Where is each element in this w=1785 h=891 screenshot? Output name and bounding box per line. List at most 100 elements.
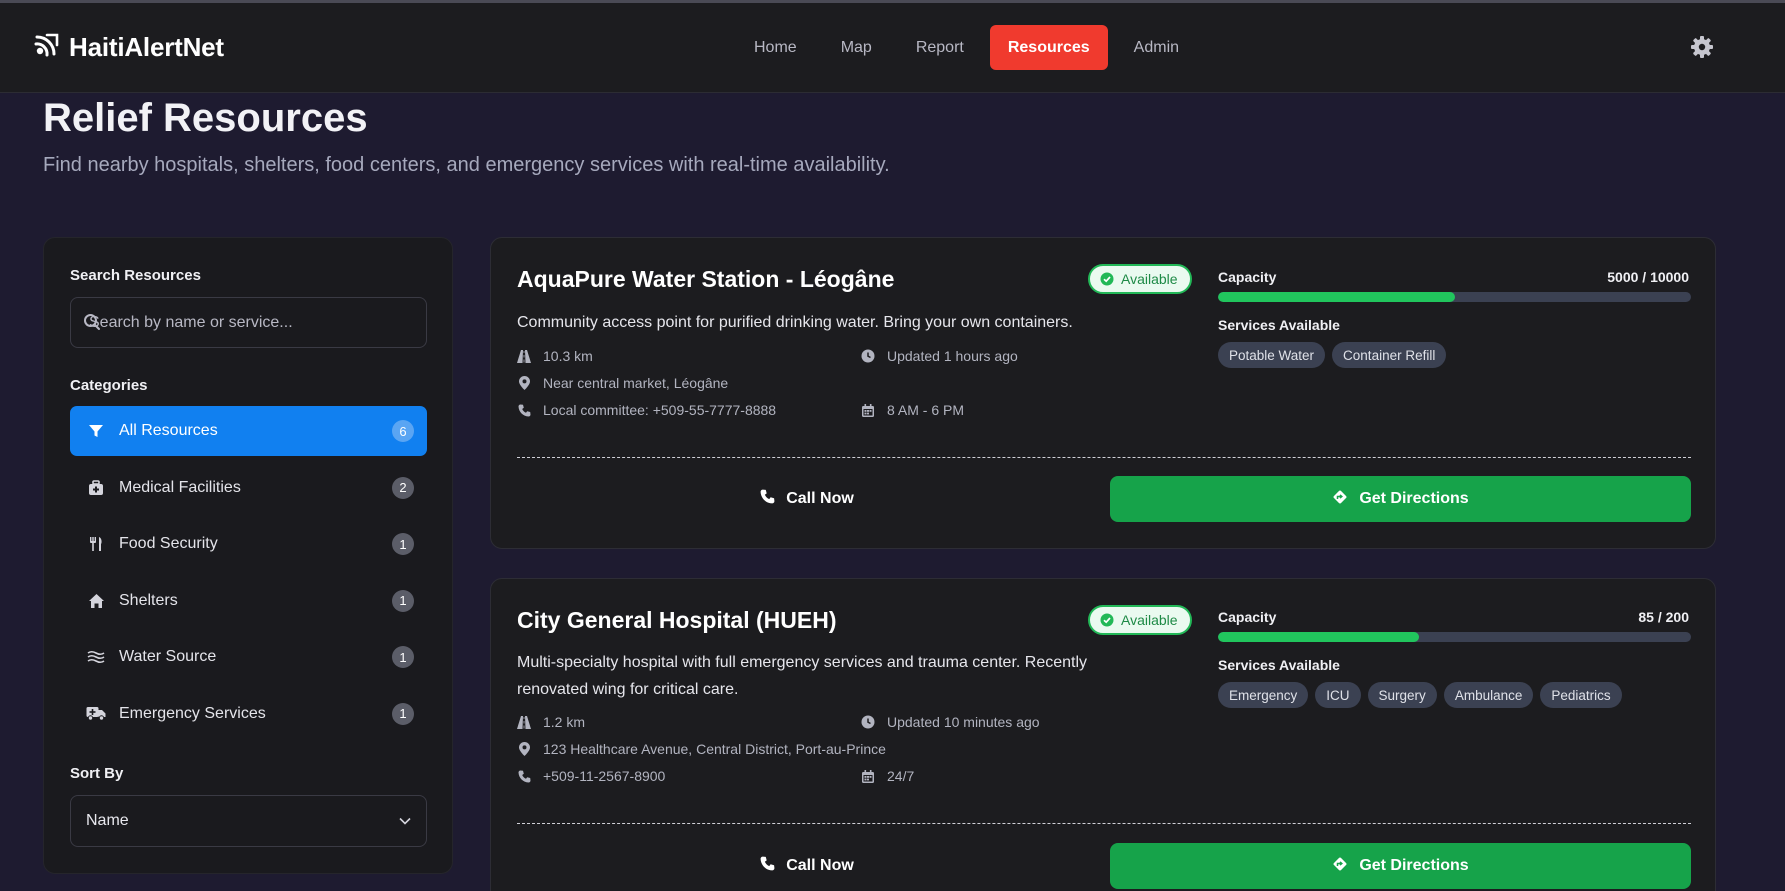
category-all-resources[interactable]: All Resources 6 bbox=[70, 406, 427, 456]
get-directions-label: Get Directions bbox=[1359, 857, 1469, 874]
filter-icon bbox=[86, 421, 106, 441]
resource-name: AquaPure Water Station - Léogâne bbox=[517, 266, 895, 292]
resource-card: AquaPure Water Station - Léogâne Availab… bbox=[490, 237, 1716, 549]
call-now-button[interactable]: Call Now bbox=[517, 843, 1097, 889]
categories-label: Categories bbox=[70, 377, 148, 394]
category-label: Medical Facilities bbox=[119, 478, 241, 496]
call-now-label: Call Now bbox=[786, 857, 854, 874]
nav-resources[interactable]: Resources bbox=[989, 25, 1108, 70]
check-circle-icon bbox=[1100, 613, 1114, 627]
status-text: Available bbox=[1121, 271, 1178, 287]
page-title: Relief Resources bbox=[43, 96, 368, 140]
service-tag: Pediatrics bbox=[1540, 682, 1622, 708]
filter-sidebar: Search Resources Categories All Resource… bbox=[43, 237, 453, 874]
get-directions-label: Get Directions bbox=[1359, 490, 1469, 507]
phone-text: +509-11-2567-8900 bbox=[543, 768, 666, 784]
capacity-value: 85 / 200 bbox=[1638, 609, 1689, 625]
truck-medical-icon bbox=[86, 704, 106, 724]
category-label: Food Security bbox=[119, 535, 218, 552]
address-meta: 123 Healthcare Avenue, Central District,… bbox=[517, 741, 886, 757]
category-count: 1 bbox=[392, 533, 414, 555]
phone-icon bbox=[517, 769, 531, 783]
category-food-security[interactable]: Food Security 1 bbox=[70, 519, 427, 569]
services-label: Services Available bbox=[1218, 317, 1340, 333]
updated-meta: Updated 1 hours ago bbox=[861, 348, 1018, 364]
water-icon bbox=[86, 647, 106, 667]
location-pin-icon bbox=[517, 742, 531, 756]
hours-text: 24/7 bbox=[887, 768, 915, 784]
category-list: All Resources 6 Medical Facilities 2 Foo… bbox=[70, 406, 427, 745]
category-label: Shelters bbox=[119, 591, 178, 609]
distance-meta: 1.2 km bbox=[517, 714, 585, 730]
brand-name: HaitiAlertNet bbox=[69, 32, 224, 62]
capacity-label: Capacity bbox=[1218, 269, 1277, 285]
category-water-source[interactable]: Water Source 1 bbox=[70, 632, 427, 682]
category-count: 1 bbox=[392, 702, 414, 725]
check-circle-icon bbox=[1100, 272, 1114, 286]
category-shelters[interactable]: Shelters 1 bbox=[70, 576, 427, 626]
hours-meta: 8 AM - 6 PM bbox=[861, 402, 964, 418]
chevron-down-icon bbox=[399, 812, 411, 830]
phone-text: Local committee: +509-55-7777-8888 bbox=[543, 402, 777, 418]
category-count: 1 bbox=[392, 646, 414, 668]
get-directions-button[interactable]: Get Directions bbox=[1110, 476, 1691, 522]
gear-icon[interactable] bbox=[1690, 35, 1714, 64]
services-tags: Potable Water Container Refill bbox=[1218, 342, 1447, 368]
distance-text: 1.2 km bbox=[543, 714, 586, 730]
nav-map[interactable]: Map bbox=[823, 25, 890, 70]
road-icon bbox=[517, 715, 531, 729]
capacity-bar bbox=[1218, 292, 1691, 302]
service-tag: Surgery bbox=[1367, 682, 1437, 708]
category-label: Water Source bbox=[119, 648, 217, 665]
nav-admin[interactable]: Admin bbox=[1116, 25, 1197, 70]
category-medical-facilities[interactable]: Medical Facilities 2 bbox=[70, 463, 427, 513]
category-count: 6 bbox=[392, 420, 414, 442]
card-divider bbox=[517, 823, 1691, 824]
sort-select[interactable]: Name bbox=[70, 795, 427, 847]
updated-text: Updated 10 minutes ago bbox=[887, 714, 1040, 730]
capacity-label: Capacity bbox=[1218, 609, 1277, 625]
search-field bbox=[70, 297, 427, 348]
status-text: Available bbox=[1121, 612, 1178, 628]
address-text: Near central market, Léogâne bbox=[543, 375, 729, 391]
directions-icon bbox=[1332, 856, 1348, 877]
category-label: Emergency Services bbox=[119, 704, 266, 722]
service-tag: Container Refill bbox=[1332, 342, 1447, 368]
phone-icon bbox=[517, 403, 531, 417]
nav-home[interactable]: Home bbox=[736, 25, 815, 70]
get-directions-button[interactable]: Get Directions bbox=[1110, 843, 1691, 889]
directions-icon bbox=[1332, 489, 1348, 510]
category-label: All Resources bbox=[119, 422, 218, 439]
resource-name: City General Hospital (HUEH) bbox=[517, 607, 837, 633]
search-label: Search Resources bbox=[70, 267, 201, 284]
nav-report[interactable]: Report bbox=[898, 25, 982, 70]
resource-card: City General Hospital (HUEH) Available M… bbox=[490, 578, 1716, 891]
call-now-label: Call Now bbox=[786, 490, 854, 507]
distance-text: 10.3 km bbox=[543, 348, 593, 364]
hours-text: 8 AM - 6 PM bbox=[887, 402, 965, 418]
search-input[interactable] bbox=[89, 298, 419, 347]
medical-kit-icon bbox=[86, 478, 106, 498]
phone-icon bbox=[760, 856, 775, 876]
capacity-value: 5000 / 10000 bbox=[1607, 269, 1689, 285]
house-icon bbox=[86, 591, 106, 611]
clock-icon bbox=[861, 349, 875, 363]
brand[interactable]: HaitiAlertNet bbox=[33, 32, 224, 63]
address-text: 123 Healthcare Avenue, Central District,… bbox=[543, 741, 886, 757]
page-subtitle: Find nearby hospitals, shelters, food ce… bbox=[43, 154, 890, 176]
category-count: 1 bbox=[392, 589, 414, 612]
top-navbar: HaitiAlertNet Home Map Report Resources … bbox=[0, 3, 1785, 93]
resource-description: Multi-specialty hospital with full emerg… bbox=[517, 654, 1088, 698]
phone-icon bbox=[760, 489, 775, 509]
category-emergency-services[interactable]: Emergency Services 1 bbox=[70, 689, 427, 739]
distance-meta: 10.3 km bbox=[517, 348, 593, 364]
phone-meta: +509-11-2567-8900 bbox=[517, 768, 665, 784]
service-tag: Emergency bbox=[1218, 682, 1309, 708]
calendar-icon bbox=[861, 769, 875, 783]
call-now-button[interactable]: Call Now bbox=[517, 476, 1097, 522]
capacity-bar bbox=[1218, 632, 1691, 642]
utensils-icon bbox=[86, 534, 106, 554]
hours-meta: 24/7 bbox=[861, 768, 914, 784]
road-icon bbox=[517, 349, 531, 363]
status-badge: Available bbox=[1088, 605, 1192, 635]
